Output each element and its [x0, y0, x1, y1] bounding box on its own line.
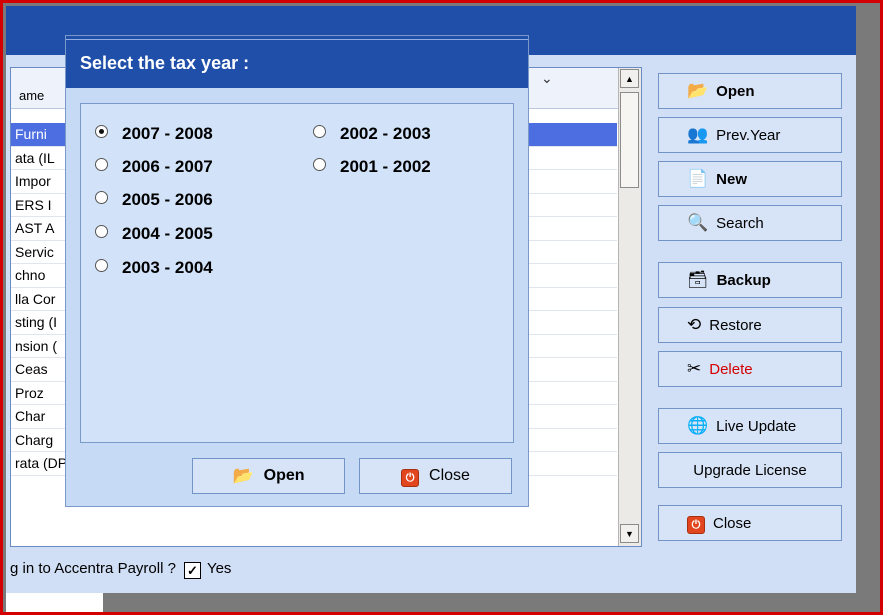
- backup-button-label: Backup: [716, 271, 771, 289]
- year-option-label: 2004 - 2005: [122, 224, 213, 243]
- year-option-2007-2008[interactable]: 2007 - 2008: [95, 124, 213, 144]
- bottom-strip: [6, 593, 103, 612]
- users-icon: 👥: [687, 125, 709, 144]
- radio-icon: [313, 158, 326, 171]
- globe-icon: 🌐: [687, 416, 709, 435]
- new-document-icon: 📄: [687, 169, 709, 188]
- column-header-name[interactable]: ame: [19, 88, 44, 103]
- live-update-button-label: Live Update: [716, 417, 797, 435]
- tax-year-dialog: Select the tax year : 2007 - 2008 2006 -…: [65, 35, 529, 507]
- folder-open-icon: 📂: [687, 81, 709, 100]
- binoculars-icon: 🔍: [687, 213, 709, 232]
- prev-year-button-label: Prev.Year: [716, 126, 781, 144]
- vertical-scrollbar[interactable]: ▲ ▼: [618, 68, 641, 546]
- dialog-open-button[interactable]: 📂 Open: [192, 458, 345, 494]
- login-checkbox-label: Yes: [206, 560, 232, 577]
- year-options-panel: 2007 - 2008 2006 - 2007 2005 - 2006 2004…: [80, 103, 514, 443]
- radio-icon: [95, 158, 108, 171]
- chevron-down-icon[interactable]: ⌄: [541, 70, 553, 87]
- folder-open-icon: 📂: [232, 466, 254, 485]
- scroll-down-icon[interactable]: ▼: [620, 524, 639, 543]
- backup-button[interactable]: 🗃 Backup: [658, 262, 842, 298]
- screenshot-frame: ame ⌄ Furni ata (IL Impor ERS I AST A Se…: [0, 0, 883, 615]
- restore-button[interactable]: ⟲ Restore: [658, 307, 842, 343]
- dialog-title: Select the tax year :: [80, 53, 250, 73]
- year-option-label: 2003 - 2004: [122, 258, 213, 277]
- new-button-label: New: [716, 170, 748, 188]
- year-option-2004-2005[interactable]: 2004 - 2005: [95, 224, 213, 244]
- prev-year-button[interactable]: 👥 Prev.Year: [658, 117, 842, 153]
- radio-selected-icon: [95, 125, 108, 138]
- login-checkbox[interactable]: ✓: [183, 562, 201, 579]
- year-option-2001-2002[interactable]: 2001 - 2002: [313, 157, 431, 177]
- year-option-label: 2005 - 2006: [122, 190, 213, 209]
- delete-icon: ✂: [687, 359, 702, 378]
- backup-icon: 🗃: [687, 270, 709, 289]
- delete-button[interactable]: ✂ Delete: [658, 351, 842, 387]
- year-option-2006-2007[interactable]: 2006 - 2007: [95, 157, 213, 177]
- close-icon: ⏻: [687, 513, 705, 534]
- title-bar-highlight: [66, 39, 528, 40]
- open-button[interactable]: 📂 Open: [658, 73, 842, 109]
- upgrade-license-button-label: Upgrade License: [693, 461, 807, 479]
- year-option-2002-2003[interactable]: 2002 - 2003: [313, 124, 431, 144]
- year-option-2005-2006[interactable]: 2005 - 2006: [95, 190, 213, 210]
- dialog-close-button[interactable]: ⏻ Close: [359, 458, 512, 494]
- upgrade-license-button[interactable]: Upgrade License: [658, 452, 842, 488]
- close-button[interactable]: ⏻ Close: [658, 505, 842, 541]
- radio-icon: [95, 259, 108, 272]
- search-button[interactable]: 🔍 Search: [658, 205, 842, 241]
- delete-button-label: Delete: [709, 360, 753, 378]
- year-option-label: 2007 - 2008: [122, 124, 213, 143]
- scroll-thumb[interactable]: [620, 92, 639, 188]
- close-button-label: Close: [713, 514, 752, 532]
- new-button[interactable]: 📄 New: [658, 161, 842, 197]
- dialog-open-label: Open: [263, 467, 305, 484]
- live-update-button[interactable]: 🌐 Live Update: [658, 408, 842, 444]
- restore-button-label: Restore: [709, 316, 762, 334]
- scroll-up-icon[interactable]: ▲: [620, 69, 639, 88]
- radio-icon: [313, 125, 326, 138]
- year-option-label: 2006 - 2007: [122, 157, 213, 176]
- year-option-2003-2004[interactable]: 2003 - 2004: [95, 258, 213, 278]
- restore-icon: ⟲: [687, 315, 702, 334]
- radio-icon: [95, 191, 108, 204]
- login-prompt-label: g in to Accentra Payroll ?: [10, 560, 176, 577]
- year-option-label: 2002 - 2003: [340, 124, 431, 143]
- year-option-label: 2001 - 2002: [340, 157, 431, 176]
- search-button-label: Search: [716, 214, 764, 232]
- close-icon: ⏻: [401, 466, 420, 487]
- login-prompt-row: g in to Accentra Payroll ? ✓ Yes: [10, 560, 231, 579]
- dialog-close-label: Close: [429, 467, 470, 484]
- radio-icon: [95, 225, 108, 238]
- dialog-title-bar: Select the tax year :: [66, 36, 528, 88]
- open-button-label: Open: [716, 82, 755, 100]
